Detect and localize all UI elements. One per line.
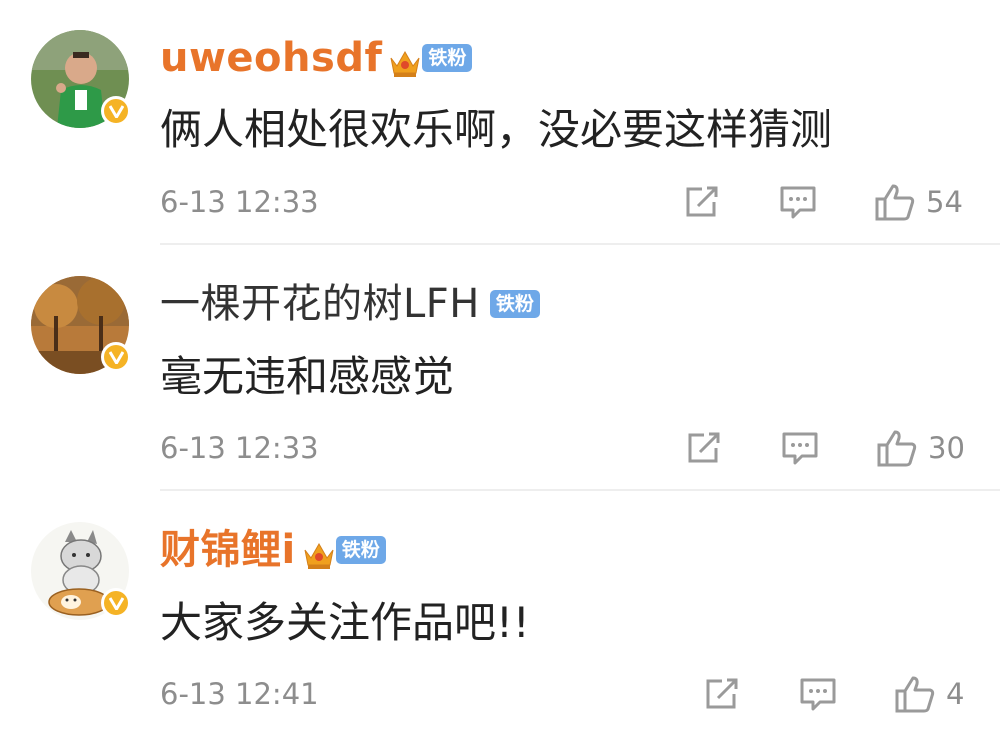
share-icon[interactable] [682,182,722,222]
like-count: 30 [928,431,965,465]
fan-badge: 铁粉 [422,44,473,72]
username-text[interactable]: 财锦鲤i [160,526,296,574]
share-icon[interactable] [702,674,742,714]
divider [160,489,1000,491]
avatar[interactable] [31,30,131,128]
reply-comment-icon[interactable] [778,182,818,222]
timestamp: 6-13 12:33 [160,185,319,219]
fan-badge: 铁粉 [335,536,386,564]
username-text[interactable]: uweohsdf [160,34,382,82]
comment-meta: 6-13 12:33 54 [160,182,972,222]
username[interactable]: uweohsdf 铁粉 [160,34,473,82]
username[interactable]: 财锦鲤i 铁粉 [160,526,386,574]
thumbs-up-icon [895,676,935,713]
reply-comment-icon[interactable] [798,674,838,714]
verified-badge-icon [101,342,131,372]
verified-badge-icon [101,588,131,618]
comment-text: 俩人相处很欢乐啊，没必要这样猜测 [160,105,833,154]
fan-badge: 铁粉 [489,290,540,318]
reply-comment-icon[interactable] [780,428,820,468]
comment-text: 大家多关注作品吧!! [160,598,530,647]
timestamp: 6-13 12:33 [160,431,319,465]
like-count: 54 [926,185,963,219]
crown-icon [388,43,422,77]
verified-badge-icon [101,96,131,126]
avatar[interactable] [31,522,131,620]
avatar[interactable] [31,276,131,374]
comment-text: 毫无违和感感觉 [160,352,455,401]
like-button[interactable]: 30 [876,428,965,468]
timestamp: 6-13 12:41 [160,677,319,711]
divider [160,243,1000,245]
comment-meta: 6-13 12:33 30 [160,428,972,468]
thumbs-up-icon [877,430,917,467]
like-button[interactable]: 4 [894,674,964,714]
like-count: 4 [946,677,965,711]
username[interactable]: 一棵开花的树LFH 铁粉 [160,280,540,328]
comment-meta: 6-13 12:41 4 [160,674,972,714]
like-button[interactable]: 54 [874,182,963,222]
crown-icon [302,535,336,569]
share-icon[interactable] [684,428,724,468]
thumbs-up-icon [875,184,915,221]
username-text[interactable]: 一棵开花的树LFH [160,280,480,328]
